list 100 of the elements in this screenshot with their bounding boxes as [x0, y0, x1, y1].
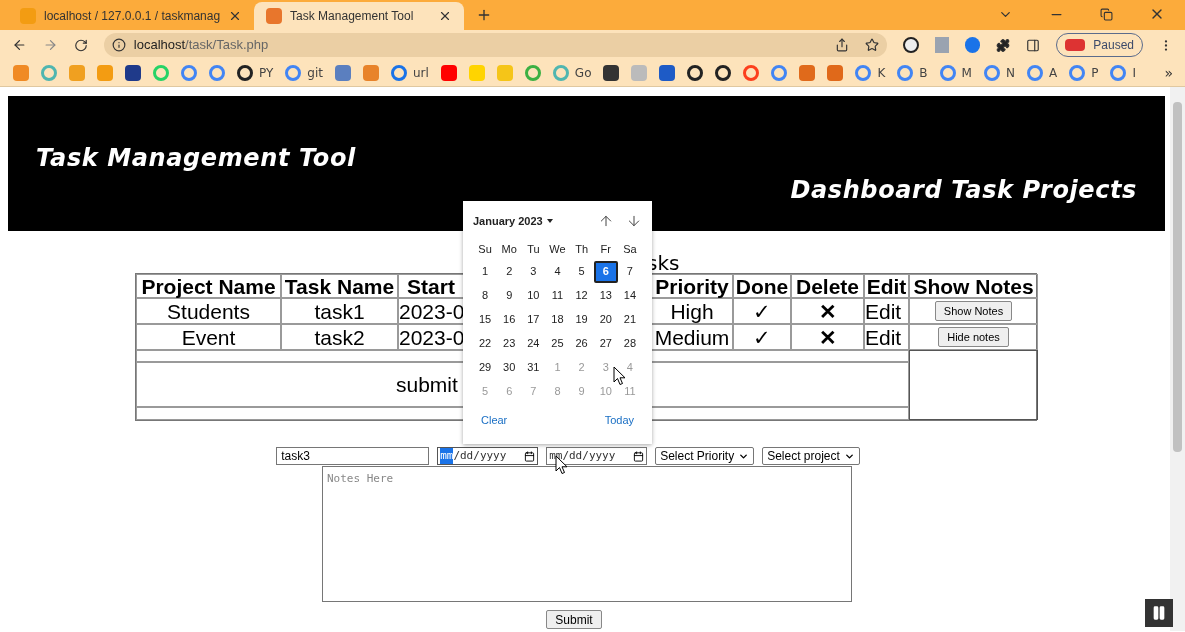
- calendar-day[interactable]: 21: [617, 308, 642, 331]
- bookmark-icon[interactable]: [715, 65, 732, 81]
- submit-button[interactable]: Submit: [546, 610, 602, 629]
- browser-tab[interactable]: localhost / 127.0.0.1 / taskmanag: [8, 2, 255, 30]
- select-dropdown[interactable]: Select project: [762, 447, 860, 465]
- calendar-day[interactable]: 26: [569, 332, 594, 355]
- done-mark[interactable]: ✓: [733, 324, 791, 350]
- restore-icon[interactable]: [1100, 7, 1113, 21]
- calendar-day[interactable]: 5: [569, 260, 594, 283]
- calendar-day[interactable]: 3: [521, 260, 546, 283]
- notes-textarea[interactable]: Notes Here: [322, 466, 852, 602]
- column-header: Task Name: [281, 274, 398, 298]
- calendar-day[interactable]: 24: [521, 332, 546, 355]
- calendar-day[interactable]: 18: [545, 308, 570, 331]
- calendar-day[interactable]: 12: [569, 284, 594, 307]
- url-path: /task/Task.php: [185, 36, 269, 55]
- date-placeholder-text: dd: [569, 447, 583, 464]
- side-panel-icon[interactable]: [1026, 37, 1041, 53]
- calendar-day[interactable]: 25: [545, 332, 570, 355]
- calendar-day[interactable]: 9: [497, 284, 522, 307]
- calendar-day[interactable]: 2: [497, 260, 522, 283]
- date-placeholder-text: /: [473, 447, 480, 464]
- bookmark-icon[interactable]: [237, 65, 253, 81]
- calendar-day[interactable]: 28: [617, 332, 642, 355]
- calendar-day[interactable]: 27: [593, 332, 618, 355]
- table-cell: task1: [281, 298, 398, 324]
- calendar-day[interactable]: 20: [593, 308, 618, 331]
- calendar-day[interactable]: 30: [497, 356, 522, 379]
- calendar-day[interactable]: 4: [545, 260, 570, 283]
- extension-icon[interactable]: [965, 37, 981, 53]
- bookmark-icon[interactable]: [603, 65, 620, 81]
- calendar-day[interactable]: 22: [473, 332, 498, 355]
- mouse-cursor-icon: [613, 366, 626, 386]
- calendar-day[interactable]: 17: [521, 308, 546, 331]
- bookmark-label[interactable]: K: [877, 64, 886, 82]
- delete-mark[interactable]: ✕: [791, 324, 864, 350]
- calendar-day[interactable]: 15: [473, 308, 498, 331]
- weekday-label: Mo: [500, 242, 518, 257]
- clear-link[interactable]: Clear: [481, 411, 508, 428]
- calendar-icon[interactable]: [524, 450, 536, 462]
- calendar-day[interactable]: 16: [497, 308, 522, 331]
- bookmark-label[interactable]: A: [1048, 64, 1058, 82]
- calendar-day[interactable]: 1: [473, 260, 498, 283]
- select-dropdown[interactable]: Select Priority: [655, 447, 755, 465]
- reload-icon[interactable]: [73, 37, 88, 53]
- calendar-day[interactable]: 19: [569, 308, 594, 331]
- date-placeholder-text: /: [453, 447, 460, 464]
- url-host: localhost: [133, 36, 186, 55]
- bookmark-label[interactable]: git: [307, 64, 323, 82]
- calendar-day[interactable]: 8: [473, 284, 498, 307]
- bookmark-label[interactable]: N: [1005, 64, 1015, 82]
- extension-icon[interactable]: [934, 37, 950, 53]
- calendar-day[interactable]: 6: [593, 260, 618, 283]
- site-icon: [266, 8, 283, 24]
- weekday-label: Tu: [526, 242, 541, 257]
- calendar-day[interactable]: 11: [545, 284, 570, 307]
- bookmark-star-icon[interactable]: [865, 38, 880, 52]
- info-icon: [111, 38, 126, 52]
- scrollbar-thumb[interactable]: [1173, 102, 1182, 452]
- bookmark-label[interactable]: P: [1091, 64, 1099, 82]
- calendar-day[interactable]: 14: [617, 284, 642, 307]
- notes-button[interactable]: Hide notes: [938, 326, 1009, 348]
- share-icon[interactable]: [835, 38, 850, 52]
- scrollbar[interactable]: [1170, 87, 1185, 631]
- calendar-day[interactable]: 7: [617, 260, 642, 283]
- calendar-day[interactable]: 23: [497, 332, 522, 355]
- more-bookmarks-button[interactable]: »: [1164, 62, 1173, 84]
- bookmark-label[interactable]: url: [412, 64, 429, 82]
- bookmark-label[interactable]: B: [919, 64, 928, 82]
- delete-mark[interactable]: ✕: [791, 298, 864, 324]
- edit-link[interactable]: Edit: [864, 298, 909, 324]
- weekday-label: Th: [574, 242, 590, 257]
- calendar-day[interactable]: 31: [521, 356, 546, 379]
- bookmark-label[interactable]: Go: [574, 64, 592, 82]
- extensions-icon[interactable]: [996, 37, 1011, 53]
- bookmark-icon[interactable]: [687, 65, 704, 81]
- table-cell: Event: [136, 324, 281, 350]
- date-placeholder-text: /: [562, 447, 569, 464]
- address-bar[interactable]: localhost/task/Task.php: [103, 33, 888, 57]
- date-placeholder-text: dd: [460, 447, 474, 464]
- calendar-day[interactable]: 13: [593, 284, 618, 307]
- notes-button[interactable]: Show Notes: [934, 300, 1013, 322]
- bookmark-label[interactable]: I: [1132, 64, 1136, 82]
- edit-link[interactable]: Edit: [864, 324, 909, 350]
- bookmark-label[interactable]: M: [961, 64, 972, 82]
- done-mark[interactable]: ✓: [733, 298, 791, 324]
- date-input[interactable]: mm/dd/yyyy: [437, 447, 539, 465]
- column-header: Show Notes: [909, 274, 1038, 298]
- calendar-icon[interactable]: [633, 450, 645, 462]
- calendar-day[interactable]: 29: [473, 356, 498, 379]
- task-name-input[interactable]: task3: [276, 447, 430, 465]
- browser-tab[interactable]: Task Management Tool: [254, 2, 465, 30]
- pause-button[interactable]: [1145, 599, 1173, 627]
- bookmark-label[interactable]: PY: [259, 64, 274, 82]
- month-selector[interactable]: January 2023: [473, 213, 553, 230]
- today-link[interactable]: Today: [604, 411, 634, 428]
- calendar-day[interactable]: 10: [521, 284, 546, 307]
- back-icon[interactable]: [12, 37, 27, 53]
- table-cell: Students: [136, 298, 281, 324]
- tab-title: Task Management Tool: [290, 8, 415, 25]
